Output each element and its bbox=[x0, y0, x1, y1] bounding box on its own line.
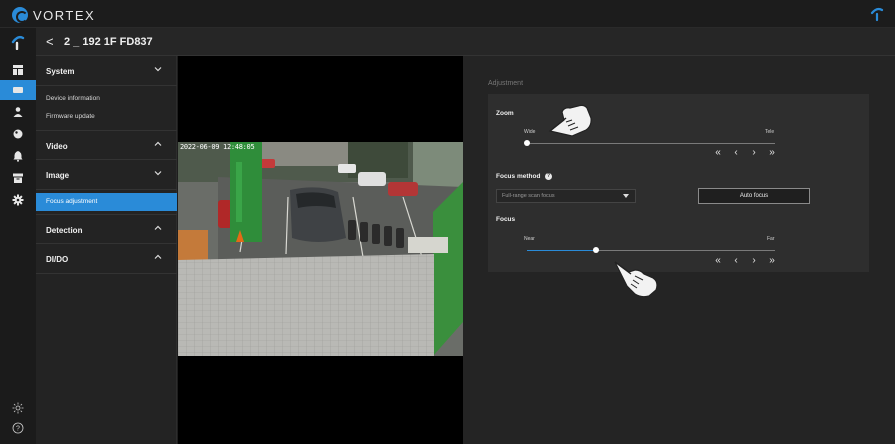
zoom-step-fast-back-button[interactable]: « bbox=[709, 148, 727, 158]
focus-method-value: Full-range scan focus bbox=[502, 193, 555, 199]
brightness-icon bbox=[12, 402, 24, 414]
rail-users[interactable] bbox=[0, 102, 36, 122]
menu-item-label: Device information bbox=[46, 95, 100, 102]
focus-step-fast-forward-button[interactable]: » bbox=[763, 256, 781, 266]
chevron-up-icon bbox=[154, 254, 162, 259]
rail-archive[interactable] bbox=[0, 168, 36, 188]
zoom-step-forward-button[interactable]: › bbox=[745, 148, 763, 158]
section-label: Detection bbox=[46, 226, 83, 235]
tag-icon bbox=[13, 129, 23, 139]
focus-method-select[interactable]: Full-range scan focus bbox=[496, 189, 636, 203]
rail-brightness[interactable] bbox=[0, 398, 36, 418]
panel-title: Adjustment bbox=[488, 80, 524, 87]
info-icon[interactable]: ? bbox=[545, 173, 552, 180]
chevron-up-icon bbox=[154, 225, 162, 230]
focus-step-fast-back-button[interactable]: « bbox=[709, 256, 727, 266]
top-bar: VORTEX bbox=[0, 0, 895, 28]
bell-icon bbox=[13, 151, 23, 162]
rail-settings[interactable] bbox=[0, 190, 36, 210]
user-icon bbox=[13, 107, 23, 117]
focus-min-label: Near bbox=[524, 236, 535, 242]
brand-name: VORTEX bbox=[33, 7, 96, 23]
zoom-step-fast-forward-button[interactable]: » bbox=[763, 148, 781, 158]
gear-icon bbox=[12, 194, 24, 206]
focus-label: Focus bbox=[496, 216, 516, 223]
zoom-stepper: « ‹ › » bbox=[709, 148, 781, 158]
rail-alerts[interactable] bbox=[0, 146, 36, 166]
vortex-mark-icon[interactable] bbox=[869, 6, 885, 22]
zoom-slider-handle[interactable] bbox=[524, 140, 530, 146]
pointing-hand-icon bbox=[614, 261, 658, 298]
menu-section-di-do[interactable]: DI/DO bbox=[36, 244, 177, 274]
chevron-up-icon bbox=[154, 141, 162, 146]
video-timestamp: 2022-06-09 12:48:05 bbox=[180, 143, 255, 151]
menu-item-label: Focus adjustment bbox=[46, 198, 98, 205]
menu-item-device-information[interactable]: Device information bbox=[36, 90, 177, 108]
section-label: DI/DO bbox=[46, 255, 69, 264]
rail-help[interactable]: ? bbox=[0, 418, 36, 438]
device-header: < 2 _ 192 1F FD837 bbox=[36, 28, 895, 56]
menu-item-label: Firmware update bbox=[46, 113, 95, 120]
device-title: 2 _ 192 1F FD837 bbox=[64, 36, 153, 48]
dashboard-icon bbox=[13, 65, 23, 75]
rail-dashboard[interactable] bbox=[0, 60, 36, 80]
rail-camera-settings[interactable] bbox=[0, 80, 36, 100]
menu-section-image[interactable]: Image bbox=[36, 160, 177, 190]
camera-settings-icon bbox=[13, 87, 23, 93]
focus-step-forward-button[interactable]: › bbox=[745, 256, 763, 266]
auto-focus-button[interactable]: Auto focus bbox=[698, 188, 810, 204]
menu-item-focus-adjustment[interactable]: Focus adjustment bbox=[36, 193, 177, 211]
focus-slider-fill bbox=[527, 250, 597, 251]
focus-method-label: Focus method bbox=[496, 173, 541, 180]
camera-scene bbox=[178, 142, 463, 356]
menu-section-system[interactable]: System bbox=[36, 56, 177, 86]
svg-text:?: ? bbox=[16, 426, 20, 433]
camera-live-view[interactable]: 2022-06-09 12:48:05 bbox=[178, 142, 463, 356]
section-label: Video bbox=[46, 142, 68, 151]
adjustment-card bbox=[488, 94, 869, 272]
focus-max-label: Far bbox=[767, 236, 775, 242]
menu-item-firmware-update[interactable]: Firmware update bbox=[36, 108, 177, 126]
focus-step-back-button[interactable]: ‹ bbox=[727, 256, 745, 266]
rail-home-logo[interactable] bbox=[0, 32, 36, 52]
chevron-down-icon bbox=[154, 171, 162, 176]
rail-tags[interactable] bbox=[0, 124, 36, 144]
zoom-max-label: Tele bbox=[765, 129, 775, 135]
zoom-slider[interactable] bbox=[527, 143, 775, 144]
brand: VORTEX bbox=[12, 7, 95, 23]
menu-section-detection[interactable]: Detection bbox=[36, 214, 177, 244]
caret-down-icon bbox=[623, 194, 629, 198]
help-icon: ? bbox=[12, 422, 24, 434]
video-viewer[interactable]: 2022-06-09 12:48:05 bbox=[178, 56, 463, 444]
focus-stepper: « ‹ › » bbox=[709, 256, 781, 266]
menu-section-video[interactable]: Video bbox=[36, 130, 177, 160]
section-label: System bbox=[46, 67, 75, 76]
zoom-step-back-button[interactable]: ‹ bbox=[727, 148, 745, 158]
section-label: Image bbox=[46, 171, 70, 180]
chevron-down-icon bbox=[154, 67, 162, 72]
zoom-label: Zoom bbox=[496, 110, 514, 117]
vortex-logo-icon bbox=[11, 35, 25, 50]
vortex-logo-icon bbox=[12, 7, 28, 23]
archive-icon bbox=[13, 173, 23, 183]
icon-rail: ? bbox=[0, 28, 36, 444]
back-button[interactable]: < bbox=[46, 34, 54, 49]
pointing-hand-icon bbox=[548, 104, 592, 137]
auto-focus-button-label: Auto focus bbox=[739, 193, 769, 199]
settings-menu: System Device information Firmware updat… bbox=[36, 56, 177, 444]
zoom-min-label: Wide bbox=[524, 129, 536, 135]
